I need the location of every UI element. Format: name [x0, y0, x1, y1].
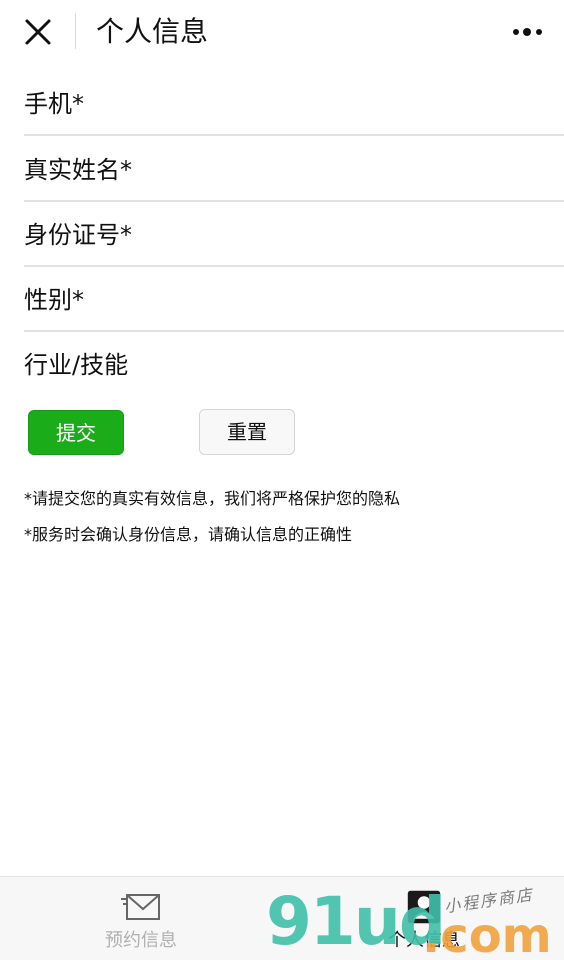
more-button[interactable]: [508, 18, 548, 46]
header-divider: [75, 13, 76, 49]
phone-input[interactable]: [194, 82, 558, 124]
industry-skill-input[interactable]: [194, 343, 558, 385]
page-title: 个人信息: [96, 15, 209, 48]
close-button[interactable]: [20, 14, 56, 50]
tab-booking-label: 预约信息: [105, 930, 177, 951]
watermark-logo: 91ud .com 小程序商店: [262, 884, 562, 960]
nav-header: 个人信息: [0, 0, 564, 64]
gender-row: 性别*: [24, 266, 564, 332]
gender-input[interactable]: [194, 278, 558, 320]
real-name-input[interactable]: [194, 148, 558, 190]
identity-notice: *服务时会确认身份信息，请确认信息的正确性: [24, 525, 353, 544]
phone-row: 手机*: [24, 70, 564, 136]
real-name-label: 真实姓名*: [24, 156, 132, 184]
privacy-notice: *请提交您的真实有效信息，我们将严格保护您的隐私: [24, 489, 401, 508]
reset-button[interactable]: 重置: [199, 409, 295, 455]
phone-label: 手机*: [24, 90, 84, 118]
id-number-label: 身份证号*: [24, 221, 132, 249]
page: 个人信息 手机* 真实姓名* 身份证号* 性别* 行业/技能 提交 重置 *请提…: [0, 0, 564, 960]
envelope-icon: [121, 894, 160, 920]
tab-booking-info[interactable]: 预约信息: [41, 877, 241, 960]
close-icon: [25, 19, 51, 45]
submit-button[interactable]: 提交: [28, 410, 124, 455]
watermark-tld: .com: [422, 908, 552, 960]
gender-label: 性别*: [24, 286, 84, 314]
id-number-input[interactable]: [194, 213, 558, 255]
industry-skill-row: 行业/技能: [24, 331, 564, 395]
more-dots-icon: [513, 28, 542, 36]
industry-skill-label: 行业/技能: [24, 351, 129, 379]
watermark-brand: 91ud: [266, 883, 446, 960]
id-number-row: 身份证号*: [24, 201, 564, 267]
real-name-row: 真实姓名*: [24, 136, 564, 202]
